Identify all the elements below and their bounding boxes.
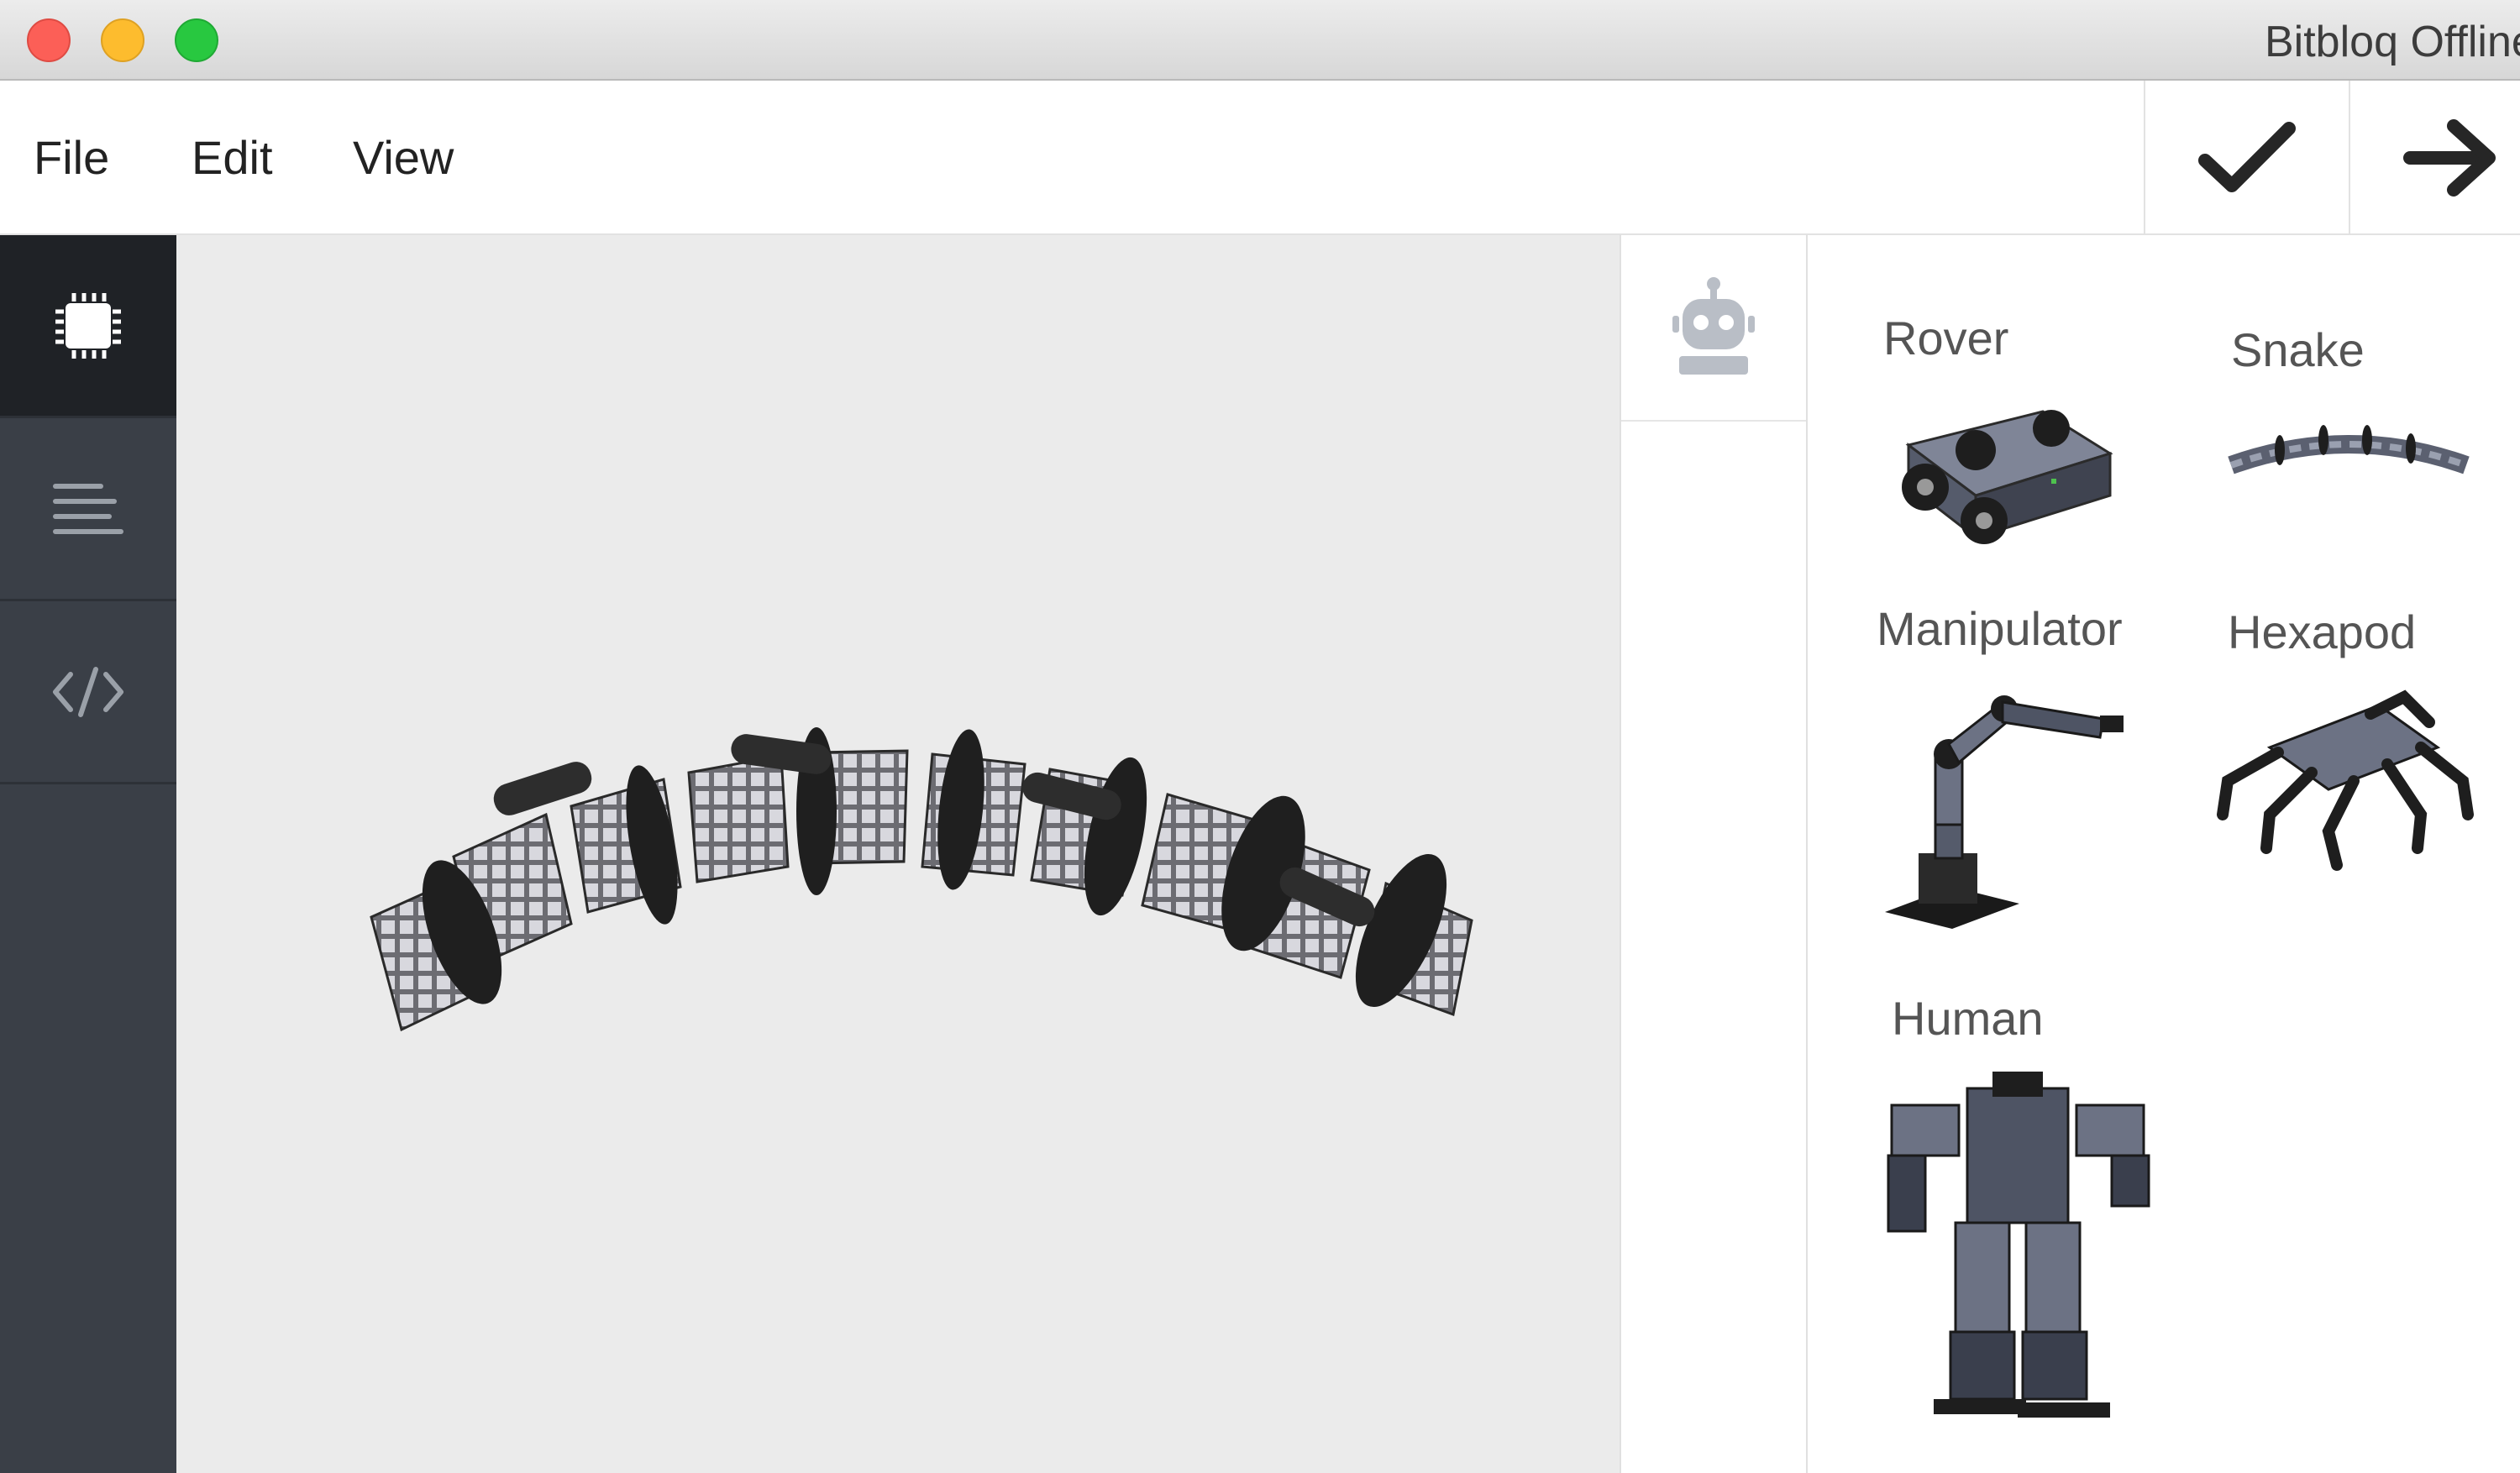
robot-item-hexapod[interactable]: Hexapod — [2217, 605, 2513, 890]
robot-item-snake[interactable]: Snake — [2228, 322, 2500, 541]
minimize-window-button[interactable] — [101, 18, 144, 62]
chip-icon — [55, 292, 121, 359]
window-title: Bitbloq Offline — [2265, 18, 2520, 66]
snake-thumbnail — [2228, 425, 2470, 474]
robot-name: Human — [1892, 992, 2044, 1045]
robot-item-manipulator[interactable]: Manipulator — [1877, 601, 2162, 937]
window-titlebar: Bitbloq Offline — [0, 0, 2520, 81]
left-sidebar — [0, 235, 176, 1473]
menu-file[interactable]: File — [34, 81, 109, 235]
close-window-button[interactable] — [27, 18, 71, 62]
code-icon — [53, 666, 123, 717]
robot-name: Hexapod — [2228, 605, 2417, 658]
sidebar-item-bloqs[interactable] — [0, 418, 176, 601]
human-thumbnail — [1887, 1072, 2150, 1418]
robot-item-human[interactable]: Human — [1887, 991, 2177, 1428]
robot-icon — [1672, 277, 1755, 375]
robot-3d-viewport[interactable] — [176, 235, 1620, 1473]
menu-view[interactable]: View — [353, 81, 454, 235]
tab-robots[interactable] — [1621, 235, 1806, 422]
robot-name: Snake — [2231, 323, 2365, 376]
checkmark-icon — [2198, 122, 2296, 192]
bloqs-icon — [53, 483, 123, 534]
robot-item-rover[interactable]: Rover — [1883, 311, 2135, 563]
arrow-right-icon — [2403, 119, 2496, 197]
sidebar-item-code[interactable] — [0, 601, 176, 784]
verify-button[interactable] — [2144, 81, 2349, 235]
upload-button[interactable] — [2349, 81, 2520, 235]
robot-name: Rover — [1883, 312, 2009, 364]
rover-thumbnail — [1902, 410, 2113, 544]
component-tab-strip — [1620, 235, 1808, 1473]
menu-edit[interactable]: Edit — [192, 81, 273, 235]
robot-palette: Rover Snake Manipulator Hexapod Human — [1808, 235, 2520, 1473]
zoom-window-button[interactable] — [175, 18, 218, 62]
menu-bar: File Edit View — [0, 81, 2520, 235]
sidebar-item-hardware[interactable] — [0, 235, 176, 418]
manipulator-thumbnail — [1885, 695, 2124, 929]
snake-robot-model — [370, 727, 1473, 1032]
hexapod-thumbnail — [2217, 689, 2474, 871]
robot-name: Manipulator — [1877, 602, 2123, 655]
